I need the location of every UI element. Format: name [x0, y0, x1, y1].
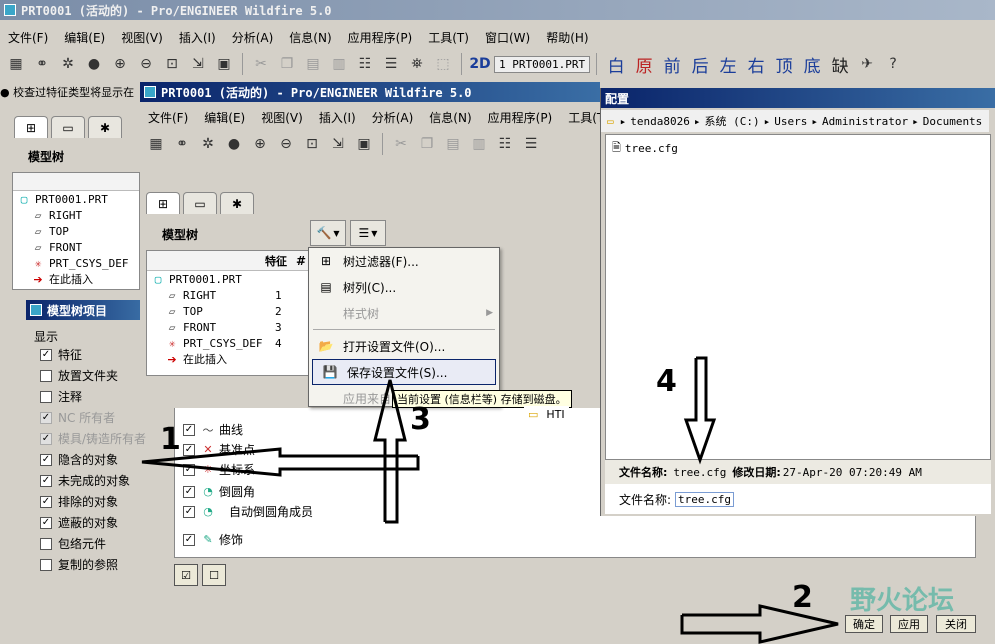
annotation-label-2: 2 — [792, 580, 813, 615]
arrow-2 — [680, 604, 839, 644]
arrow-1 — [141, 447, 420, 477]
annotation-label-1: 1 — [160, 422, 181, 457]
annotation-label-3: 3 — [410, 402, 431, 437]
arrow-3 — [373, 379, 407, 524]
arrow-4 — [683, 356, 717, 465]
watermark-logo: 野火论坛 — [850, 586, 955, 616]
annotation-arrows — [141, 356, 839, 644]
annotation-label-4: 4 — [656, 364, 677, 399]
